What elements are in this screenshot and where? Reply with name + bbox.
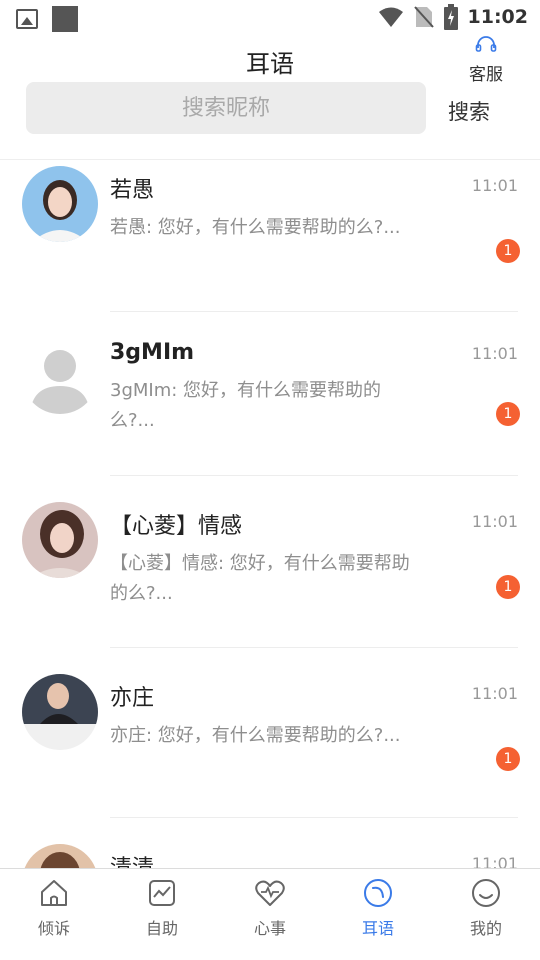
conversation-preview: 亦庄: 您好，有什么需要帮助的么?... (110, 725, 401, 746)
tab-label: 我的 (469, 919, 502, 938)
conversation-item[interactable]: 3gMIm 11:01 3gMIm: 您好，有什么需要帮助的么?... 1 (0, 312, 540, 476)
avatar (22, 166, 98, 242)
tab-qingsu[interactable]: 倾诉 (0, 869, 108, 960)
app-notification-icon (52, 6, 78, 32)
app-screen: 11:02 耳语 客服 搜索昵称 搜索 若愚 11:01 若愚: 您好，有什么需… (0, 0, 540, 960)
avatar (22, 674, 98, 750)
tab-label: 倾诉 (37, 919, 70, 938)
tab-label: 自助 (145, 919, 178, 938)
conversation-name: 若愚 (110, 178, 155, 203)
conversation-name: 亦庄 (110, 686, 155, 711)
conversation-item[interactable]: 若愚 11:01 若愚: 您好，有什么需要帮助的么?... 1 (0, 160, 540, 312)
chart-icon (149, 880, 175, 906)
tab-label: 耳语 (361, 919, 394, 938)
unread-badge: 1 (496, 747, 520, 771)
no-sim-icon (413, 6, 434, 28)
conversation-time: 11:01 (471, 854, 518, 868)
unread-badge: 1 (496, 575, 520, 599)
conversation-item[interactable]: 清清 11:01 (0, 818, 540, 868)
bottom-tab-bar: 倾诉 自助 心事 耳语 我的 (0, 868, 540, 960)
search-button[interactable]: 搜索 (448, 96, 490, 126)
status-bar: 11:02 (0, 0, 540, 36)
default-user-icon (22, 338, 98, 414)
conversation-item[interactable]: 亦庄 11:01 亦庄: 您好，有什么需要帮助的么?... 1 (0, 648, 540, 818)
conversation-preview: 【心菱】情感: 您好，有什么需要帮助的么?... (110, 553, 410, 604)
wifi-icon (378, 7, 403, 27)
battery-charging-icon (443, 4, 458, 30)
heart-pulse-icon (255, 880, 285, 906)
image-notification-icon (16, 9, 38, 29)
tab-zizhu[interactable]: 自助 (108, 869, 216, 960)
conversation-time: 11:01 (471, 176, 518, 195)
conversation-time: 11:01 (471, 512, 518, 531)
status-time: 11:02 (467, 6, 528, 28)
conversation-time: 11:01 (471, 684, 518, 703)
smile-icon (472, 879, 500, 907)
conversation-list: 若愚 11:01 若愚: 您好，有什么需要帮助的么?... 1 3gMIm 11… (0, 160, 540, 868)
customer-service-label: 客服 (469, 65, 503, 85)
headset-icon (475, 36, 497, 52)
unread-badge: 1 (496, 402, 520, 426)
tab-wode[interactable]: 我的 (432, 869, 540, 960)
conversation-name: 【心菱】情感 (110, 514, 243, 539)
status-left (16, 6, 78, 32)
search-input[interactable] (26, 82, 426, 134)
unread-badge: 1 (496, 239, 520, 263)
conversation-item[interactable]: 【心菱】情感 11:01 【心菱】情感: 您好，有什么需要帮助的么?... 1 (0, 476, 540, 648)
conversation-name: 清清 (110, 850, 154, 868)
status-right: 11:02 (378, 4, 528, 30)
conversation-time: 11:01 (471, 344, 518, 363)
conversation-preview: 3gMIm: 您好，有什么需要帮助的么?... (110, 380, 382, 431)
tab-label: 心事 (253, 919, 286, 938)
conversation-name: 3gMIm (110, 340, 195, 365)
avatar (22, 844, 98, 868)
avatar (22, 502, 98, 578)
customer-service-button[interactable]: 客服 (456, 36, 516, 85)
home-icon (41, 880, 67, 906)
conversation-preview: 若愚: 您好，有什么需要帮助的么?... (110, 217, 401, 238)
tab-eryu[interactable]: 耳语 (324, 869, 432, 960)
page-header: 耳语 客服 搜索 (0, 36, 540, 160)
tab-xinshi[interactable]: 心事 (216, 869, 324, 960)
whisper-icon (364, 879, 392, 907)
